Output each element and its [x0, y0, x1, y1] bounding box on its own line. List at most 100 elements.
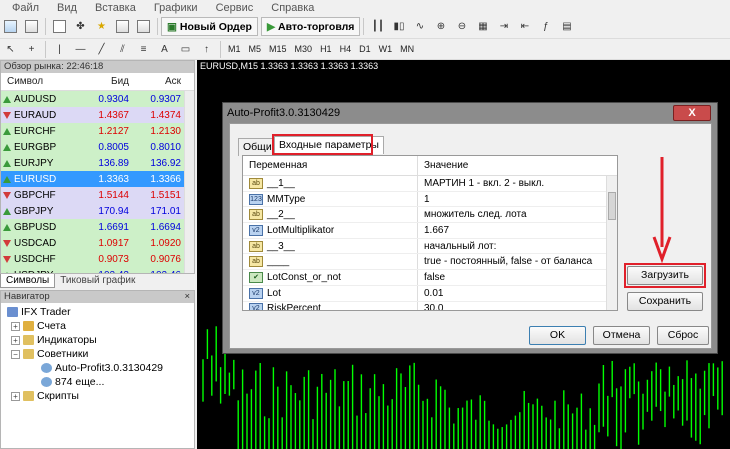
profiles-icon[interactable]: [22, 17, 41, 36]
fibo-icon[interactable]: ≡: [134, 40, 153, 59]
candles-icon[interactable]: ▮▯: [389, 17, 408, 36]
crosshair-icon[interactable]: +: [22, 40, 41, 59]
parameter-value[interactable]: true - постоянный, false - от баланса: [418, 256, 617, 267]
arrows-tool-icon[interactable]: ↑: [197, 40, 216, 59]
timeframe-h1[interactable]: H1: [316, 41, 336, 58]
menu-charts[interactable]: Графики: [145, 2, 207, 14]
new-chart-icon[interactable]: [1, 17, 20, 36]
timeframe-m5[interactable]: M5: [245, 41, 266, 58]
timeframe-m30[interactable]: M30: [291, 41, 317, 58]
cancel-button[interactable]: Отмена: [593, 326, 650, 345]
load-button[interactable]: Загрузить: [627, 266, 703, 285]
parameter-row[interactable]: ab ____ true - постоянный, false - от бала…: [243, 254, 617, 271]
parameters-scrollbar-thumb[interactable]: [608, 192, 616, 220]
parameter-row[interactable]: v2 RiskPercent 30.0: [243, 301, 617, 310]
parameter-row[interactable]: v2 Lot 0.01: [243, 285, 617, 302]
parameter-value[interactable]: 1: [418, 194, 617, 205]
cursor-icon[interactable]: ↖: [1, 40, 20, 59]
dialog-close-button[interactable]: X: [673, 105, 711, 121]
market-watch-icon[interactable]: [50, 17, 69, 36]
market-watch-scrollbar[interactable]: [184, 91, 194, 273]
zoom-out-icon[interactable]: ⊖: [452, 17, 471, 36]
terminal-icon[interactable]: [113, 17, 132, 36]
parameter-row[interactable]: ab __1__ МАРТИН 1 - вкл. 2 - выкл.: [243, 176, 617, 192]
market-row-gbpchf[interactable]: GBPCHF 1.5144 1.5151: [1, 187, 194, 203]
expand-icon[interactable]: +: [11, 391, 20, 401]
nav-item-account[interactable]: IFX Trader: [7, 305, 194, 319]
column-ask[interactable]: Аск: [129, 76, 181, 87]
vertical-line-icon[interactable]: |: [50, 40, 69, 59]
channel-icon[interactable]: ⫽: [113, 40, 132, 59]
market-row-eurgbp[interactable]: EURGBP 0.8005 0.8010: [1, 139, 194, 155]
parameter-value[interactable]: 0.01: [418, 288, 617, 299]
line-chart-icon[interactable]: ∿: [410, 17, 429, 36]
text-tool-icon[interactable]: A: [155, 40, 174, 59]
market-row-audusd[interactable]: AUDUSD 0.9304 0.9307: [1, 91, 194, 107]
column-symbol[interactable]: Символ: [1, 76, 91, 87]
save-button[interactable]: Сохранить: [627, 292, 703, 311]
nav-item-indicators[interactable]: + Индикаторы: [7, 333, 194, 347]
market-row-eurusd[interactable]: EURUSD 1.3363 1.3366: [1, 171, 194, 187]
zoom-in-icon[interactable]: ⊕: [431, 17, 450, 36]
nav-item-scripts[interactable]: + Скрипты: [7, 389, 194, 403]
autoscroll-icon[interactable]: ⇥: [494, 17, 513, 36]
nav-item-more-experts[interactable]: 874 еще...: [7, 375, 194, 389]
menu-file[interactable]: Файл: [0, 2, 48, 14]
market-row-gbpusd[interactable]: GBPUSD 1.6691 1.6694: [1, 219, 194, 235]
column-bid[interactable]: Бид: [91, 76, 129, 87]
horizontal-line-icon[interactable]: —: [71, 40, 90, 59]
menu-help[interactable]: Справка: [262, 2, 323, 14]
parameter-row[interactable]: ✔ LotConst_or_not false: [243, 270, 617, 286]
data-window-icon[interactable]: ✤: [71, 17, 90, 36]
market-row-usdchf[interactable]: USDCHF 0.9073 0.9076: [1, 251, 194, 267]
bar-chart-icon[interactable]: ┃┃: [368, 17, 387, 36]
column-value[interactable]: Значение: [418, 160, 617, 171]
auto-trading-button[interactable]: ▶ Авто-торговля: [260, 17, 361, 36]
timeframe-h4[interactable]: H4: [336, 41, 356, 58]
parameter-row[interactable]: ab __2__ множитель след. лота: [243, 207, 617, 224]
templates-icon[interactable]: ▤: [557, 17, 576, 36]
trendline-icon[interactable]: ╱: [92, 40, 111, 59]
market-row-usdcad[interactable]: USDCAD 1.0917 1.0920: [1, 235, 194, 251]
tile-icon[interactable]: ▦: [473, 17, 492, 36]
collapse-icon[interactable]: −: [11, 349, 20, 359]
reset-button[interactable]: Сброс: [657, 326, 709, 345]
timeframe-w1[interactable]: W1: [375, 41, 397, 58]
parameter-value[interactable]: множитель след. лота: [418, 209, 617, 220]
parameter-value[interactable]: начальный лот:: [418, 241, 617, 252]
parameter-row[interactable]: ab __3__ начальный лот:: [243, 238, 617, 255]
parameter-row[interactable]: 123 MMType 1: [243, 191, 617, 208]
parameter-value[interactable]: 1.667: [418, 225, 617, 236]
timeframe-mn[interactable]: MN: [396, 41, 418, 58]
menu-insert[interactable]: Вставка: [86, 2, 145, 14]
favorites-icon[interactable]: ★: [92, 17, 111, 36]
expand-icon[interactable]: +: [11, 321, 20, 331]
menu-view[interactable]: Вид: [48, 2, 86, 14]
nav-item-expert-autoprofit[interactable]: Auto-Profit3.0.3130429: [7, 361, 194, 375]
nav-item-experts[interactable]: − Советники: [7, 347, 194, 361]
label-tool-icon[interactable]: ▭: [176, 40, 195, 59]
ok-button[interactable]: OK: [529, 326, 586, 345]
market-row-eurchf[interactable]: EURCHF 1.2127 1.2130: [1, 123, 194, 139]
expand-icon[interactable]: +: [11, 335, 20, 345]
parameter-value[interactable]: МАРТИН 1 - вкл. 2 - выкл.: [418, 178, 617, 189]
tester-icon[interactable]: [134, 17, 153, 36]
tab-symbols[interactable]: Символы: [0, 274, 56, 288]
indicators-icon[interactable]: ƒ: [536, 17, 555, 36]
timeframe-d1[interactable]: D1: [355, 41, 375, 58]
navigator-close-icon[interactable]: ×: [184, 291, 190, 303]
shift-icon[interactable]: ⇤: [515, 17, 534, 36]
tab-tick-chart[interactable]: Тиковый график: [55, 274, 140, 288]
timeframe-m1[interactable]: M1: [224, 41, 245, 58]
column-variable[interactable]: Переменная: [243, 156, 418, 175]
new-order-button[interactable]: ▣ Новый Ордер: [161, 17, 258, 36]
market-row-eurjpy[interactable]: EURJPY 136.89 136.92: [1, 155, 194, 171]
market-row-euraud[interactable]: EURAUD 1.4367 1.4374: [1, 107, 194, 123]
parameter-value[interactable]: 30.0: [418, 303, 617, 310]
market-row-gbpjpy[interactable]: GBPJPY 170.94 171.01: [1, 203, 194, 219]
parameter-value[interactable]: false: [418, 272, 617, 283]
timeframe-m15[interactable]: M15: [265, 41, 291, 58]
parameter-row[interactable]: v2 LotMultiplikator 1.667: [243, 223, 617, 239]
nav-item-accounts[interactable]: + Счета: [7, 319, 194, 333]
menu-tools[interactable]: Сервис: [207, 2, 263, 14]
